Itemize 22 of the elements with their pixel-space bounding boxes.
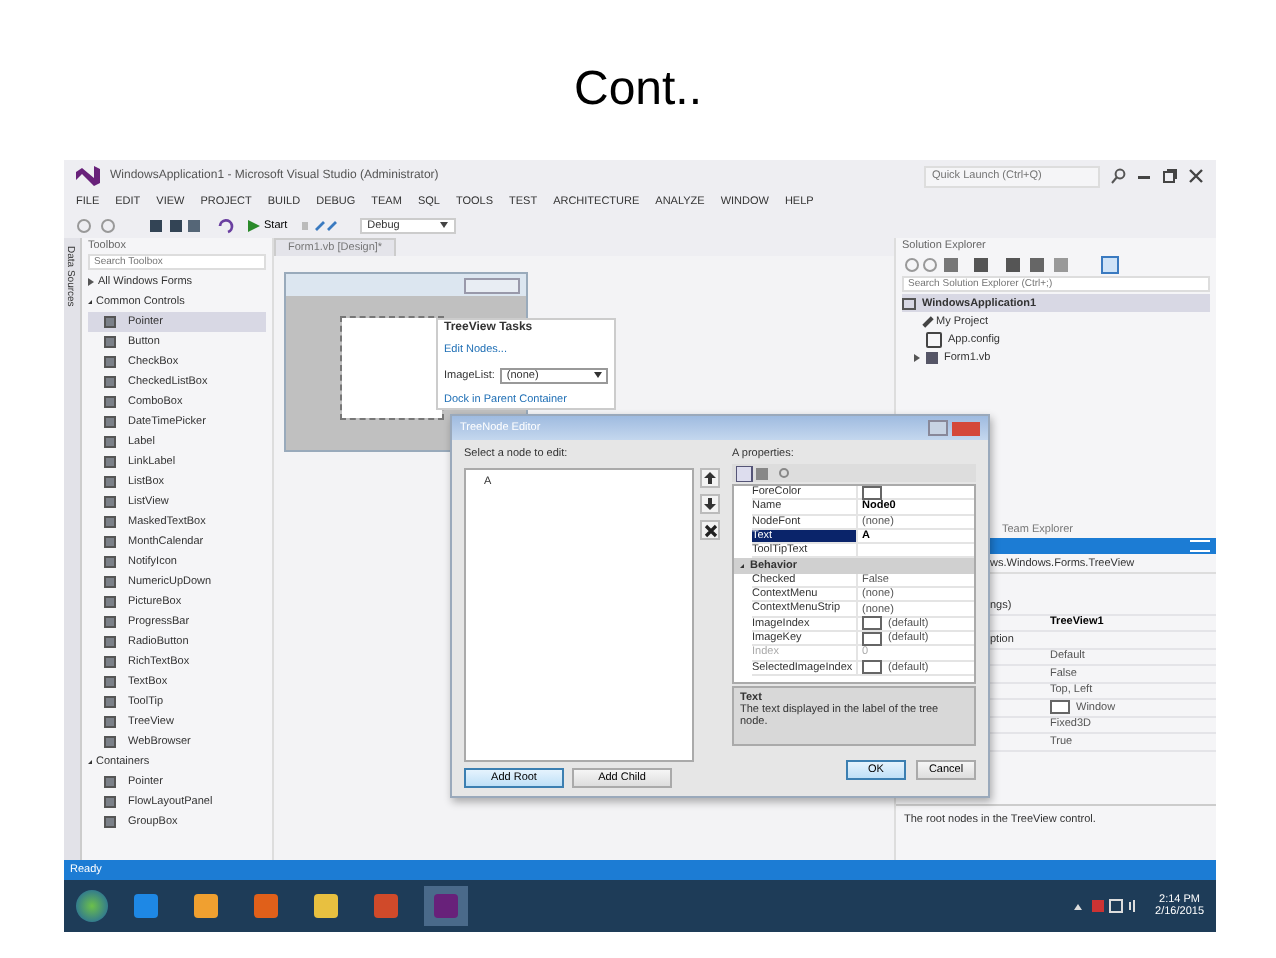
start-button[interactable] <box>76 890 108 922</box>
caret-icon <box>439 222 448 228</box>
play-icon <box>248 219 260 231</box>
move-down-button[interactable] <box>700 494 720 514</box>
move-up-button[interactable] <box>700 468 720 488</box>
app-logo-icon <box>76 166 100 186</box>
search-icon <box>1110 168 1126 184</box>
color-swatch <box>862 660 882 675</box>
window-buttons-icon <box>464 277 520 293</box>
undo-icon[interactable] <box>216 217 236 233</box>
dropdown-arrow-icon <box>594 372 602 379</box>
save-icon[interactable] <box>148 217 204 233</box>
color-swatch <box>1050 700 1070 715</box>
tray-icons[interactable] <box>1071 898 1140 914</box>
expander-icon[interactable] <box>88 278 94 286</box>
pin-close-icon[interactable] <box>1190 540 1210 552</box>
expander-icon[interactable] <box>914 353 920 361</box>
slide-title: Cont.. <box>571 60 705 100</box>
close-icon[interactable] <box>1188 168 1204 184</box>
restore-icon[interactable] <box>1162 168 1178 184</box>
solution-icon <box>902 297 916 309</box>
delete-button[interactable] <box>700 520 720 540</box>
